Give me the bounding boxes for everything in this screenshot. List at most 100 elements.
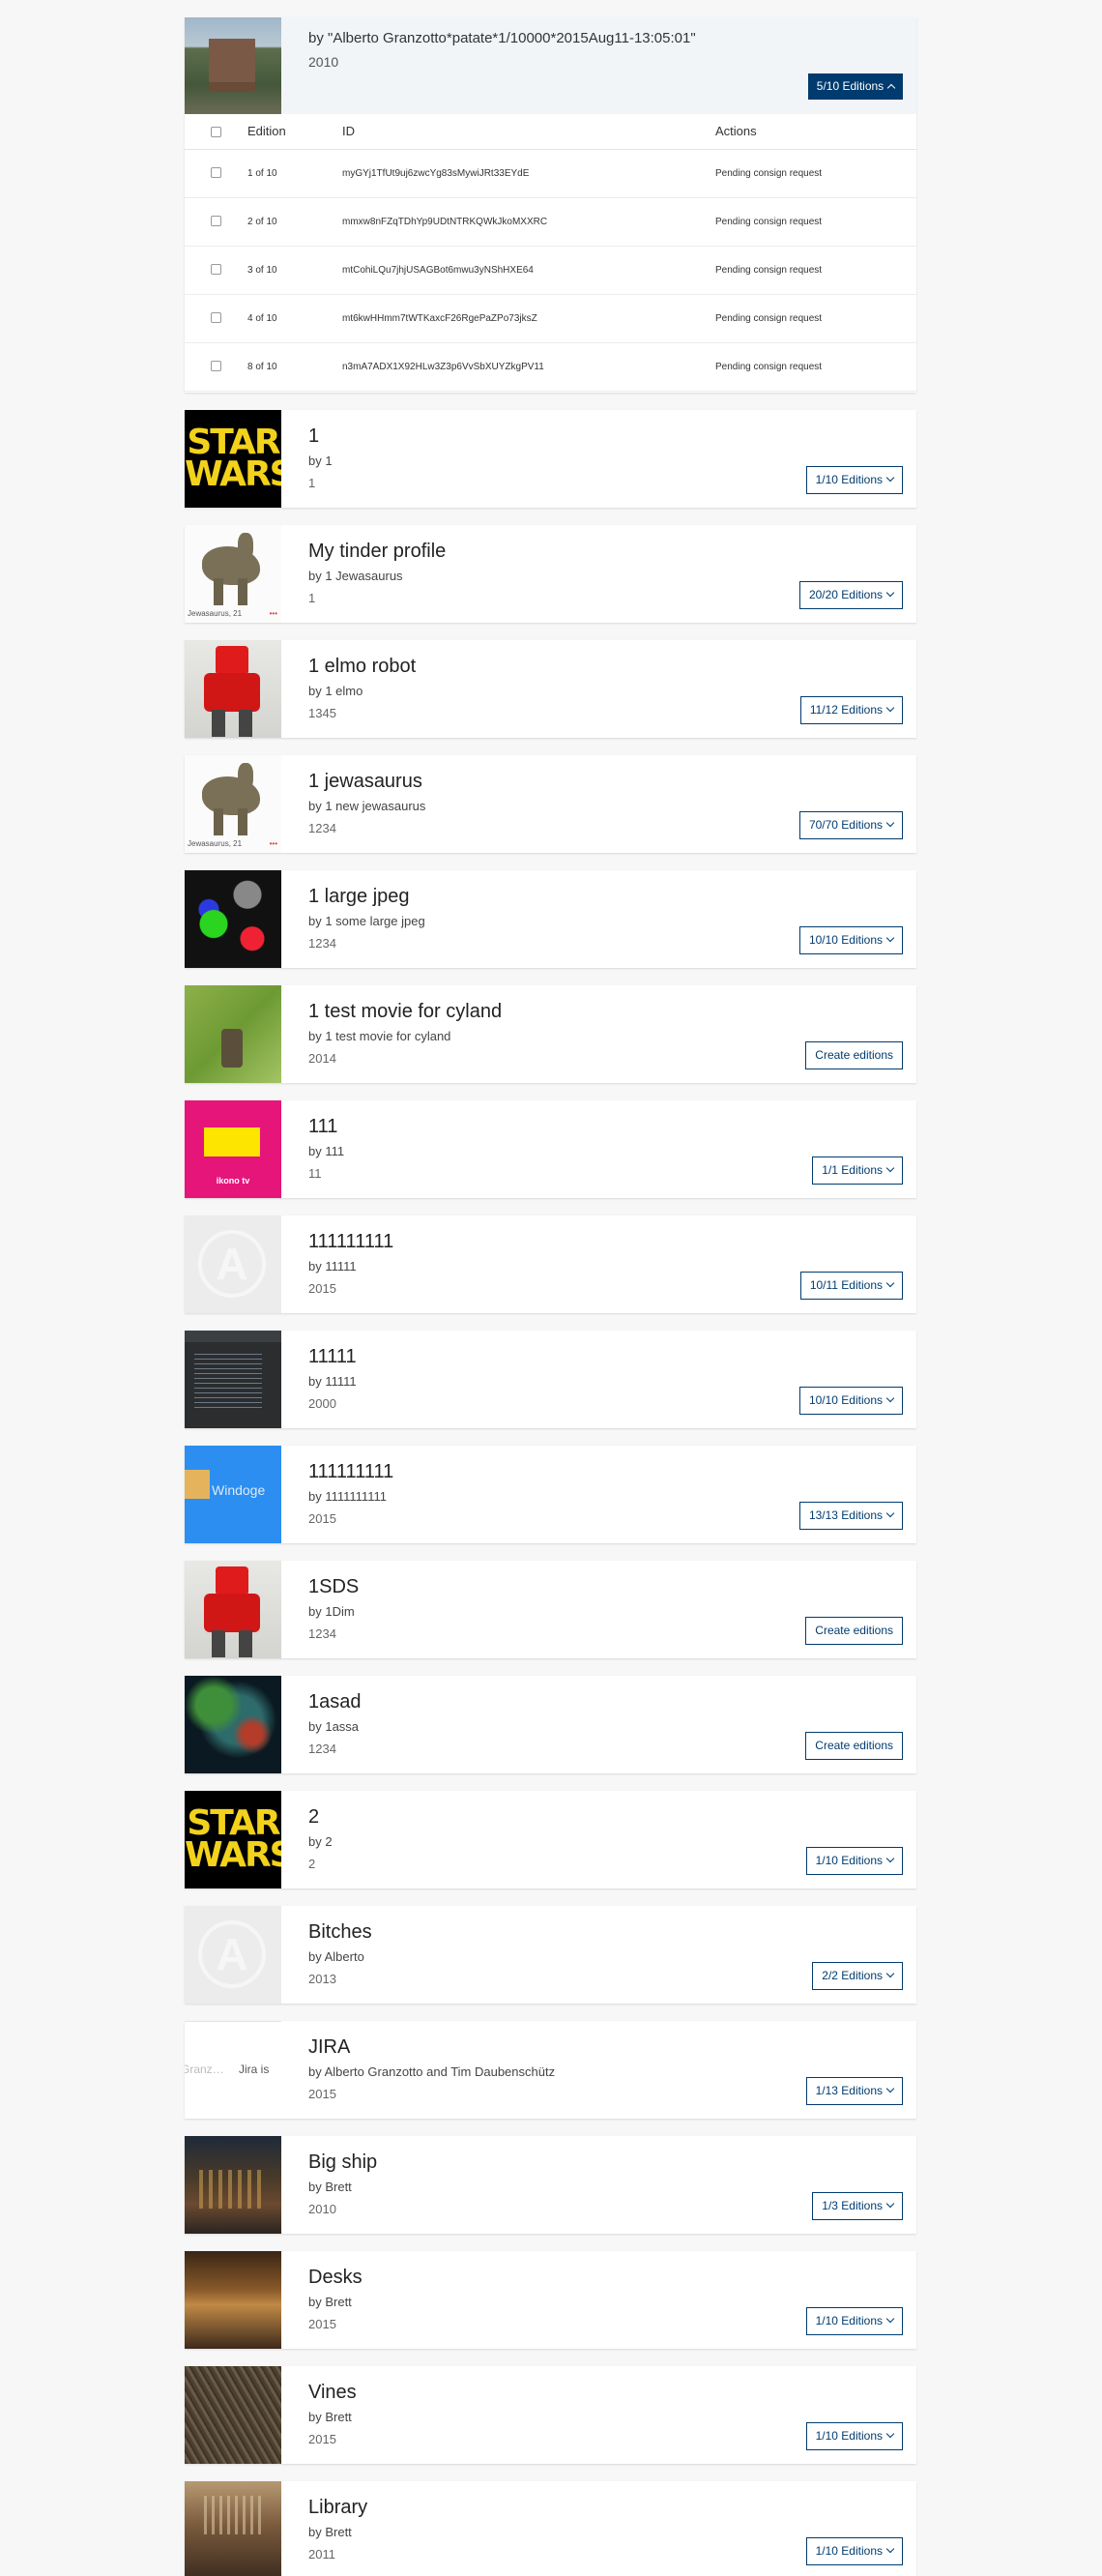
button-label: 1/10 Editions — [815, 2544, 883, 2558]
editions-table: Edition ID Actions 1 of 10 myGYj1TfUt9uj6… — [185, 114, 916, 392]
piece-thumbnail[interactable] — [185, 2366, 281, 2464]
row-checkbox-cell — [185, 197, 247, 247]
button-label: 1/10 Editions — [815, 2429, 883, 2443]
piece-card[interactable]: ikono tv 111 by 111 11 1/1 Editions — [185, 1100, 916, 1198]
editions-toggle-button[interactable]: 2/2 Editions — [812, 1962, 903, 1990]
piece-thumbnail[interactable]: STAR WARS — [185, 410, 281, 508]
piece-thumbnail[interactable] — [185, 1331, 281, 1428]
row-checkbox[interactable] — [211, 361, 221, 372]
editions-toggle-button[interactable]: 10/10 Editions — [798, 926, 903, 954]
piece-card[interactable]: 1 elmo robot by 1 elmo 1345 11/12 Editions — [185, 640, 916, 738]
piece-card[interactable]: STAR WARS 2 by 2 2 1/10 Editions — [185, 1791, 916, 1888]
editions-toggle-button[interactable]: 10/11 Editions — [799, 1272, 903, 1300]
select-all-checkbox[interactable] — [211, 127, 221, 138]
piece-year: 1345 — [308, 706, 336, 720]
table-row[interactable]: 3 of 10 mtCohiLQu7jhjUSAGBot6mwu3yNShHXE6… — [185, 246, 916, 295]
piece-card[interactable]: Library by Brett 2011 1/10 Editions — [185, 2481, 916, 2576]
piece-title: 1 jewasaurus — [308, 771, 422, 792]
expanded-piece-header[interactable]: by "Alberto Granzotto*patate*1/10000*201… — [185, 17, 916, 114]
button-label: 70/70 Editions — [808, 818, 883, 832]
piece-artist: by 1 elmo — [308, 684, 363, 698]
editions-toggle-button[interactable]: 70/70 Editions — [798, 811, 903, 839]
piece-thumbnail[interactable]: A — [185, 1215, 281, 1313]
piece-card[interactable]: 11111 by 11111 2000 10/10 Editions — [185, 1331, 916, 1428]
row-checkbox[interactable] — [211, 167, 221, 179]
piece-thumbnail[interactable]: ikono tv — [185, 1100, 281, 1198]
piece-card[interactable]: A 111111111 by 11111 2015 10/11 Editions — [185, 1215, 916, 1313]
piece-thumbnail[interactable] — [185, 2251, 281, 2349]
piece-thumbnail[interactable] — [185, 2136, 281, 2234]
piece-thumbnail[interactable]: Granz… Jira is — [185, 2021, 281, 2119]
edition-cell: 3 of 10 — [247, 246, 342, 295]
piece-thumbnail[interactable]: Jewasaurus, 21 ••• — [185, 525, 281, 623]
piece-thumbnail[interactable]: A — [185, 1906, 281, 2004]
create-editions-button[interactable]: Create editions — [805, 1617, 903, 1645]
create-editions-button[interactable]: Create editions — [805, 1041, 903, 1069]
piece-title: Big ship — [308, 2152, 378, 2173]
piece-card[interactable]: A Bitches by Alberto 2013 2/2 Editions — [185, 1906, 916, 2004]
table-row[interactable]: 1 of 10 myGYj1TfUt9uj6zwcYg83sMywiJRt33EY… — [185, 149, 916, 198]
piece-card[interactable]: Big ship by Brett 2010 1/3 Editions — [185, 2136, 916, 2234]
piece-card[interactable]: 1 test movie for cyland by 1 test movie f… — [185, 985, 916, 1083]
piece-artist: by Brett — [308, 2180, 352, 2194]
piece-artist: by 1Dim — [308, 1604, 355, 1619]
piece-thumbnail[interactable]: STAR WARS — [185, 1791, 281, 1888]
editions-toggle-button[interactable]: 5/10 Editions — [808, 73, 903, 100]
piece-card[interactable]: Windoge 111111111 by 1111111111 2015 13/13 E… — [185, 1446, 916, 1543]
piece-card[interactable]: STAR WARS 1 by 1 1 1/10 Editions — [185, 410, 916, 508]
row-checkbox-cell — [185, 342, 247, 392]
editions-toggle-button[interactable]: 13/13 Editions — [798, 1502, 903, 1530]
row-checkbox-cell — [185, 294, 247, 343]
piece-artist: by Alberto — [308, 1949, 364, 1964]
editions-toggle-button[interactable]: 20/20 Editions — [798, 581, 903, 609]
piece-card[interactable]: Desks by Brett 2015 1/10 Editions — [185, 2251, 916, 2349]
id-cell: mtCohiLQu7jhjUSAGBot6mwu3yNShHXE64 — [342, 246, 715, 295]
piece-year: 2015 — [308, 2432, 336, 2446]
piece-card[interactable]: Jewasaurus, 21 ••• My tinder profile by 1 J… — [185, 525, 916, 623]
piece-thumbnail[interactable] — [185, 1676, 281, 1773]
editions-toggle-button[interactable]: 1/10 Editions — [805, 2537, 903, 2565]
piece-card[interactable]: Granz… Jira is JIRA by Alberto Granzotto an… — [185, 2021, 916, 2119]
piece-title: 111111111 — [308, 1461, 394, 1482]
thumb-caption: Jewasaurus, 21 — [188, 839, 243, 848]
id-cell: myGYj1TfUt9uj6zwcYg83sMywiJRt33EYdE — [342, 149, 715, 198]
table-row[interactable]: 8 of 10 n3mA7ADX1X92HLw3Z3p6VvSbXUYZkgPV1… — [185, 342, 916, 392]
chevron-down-icon — [885, 2084, 895, 2093]
piece-card[interactable]: 1SDS by 1Dim 1234 Create editions — [185, 1561, 916, 1658]
piece-thumbnail[interactable]: Windoge — [185, 1446, 281, 1543]
editions-toggle-button[interactable]: 1/3 Editions — [812, 2192, 903, 2220]
piece-thumbnail[interactable] — [185, 640, 281, 738]
piece-thumbnail[interactable] — [185, 2481, 281, 2576]
piece-card[interactable]: Vines by Brett 2015 1/10 Editions — [185, 2366, 916, 2464]
piece-title: 1 test movie for cyland — [308, 1001, 503, 1022]
table-row[interactable]: 2 of 10 mmxw8nFZqTDhYp9UDtNTRKQWkJkoMXXRC… — [185, 197, 916, 247]
editions-toggle-button[interactable]: 10/10 Editions — [798, 1387, 903, 1415]
piece-thumbnail[interactable] — [185, 17, 281, 114]
editions-toggle-button[interactable]: 1/10 Editions — [805, 466, 903, 494]
piece-thumbnail[interactable] — [185, 870, 281, 968]
piece-card[interactable]: 1 large jpeg by 1 some large jpeg 1234 10/1… — [185, 870, 916, 968]
editions-toggle-button[interactable]: 1/10 Editions — [805, 2307, 903, 2335]
editions-toggle-button[interactable]: 1/1 Editions — [812, 1156, 903, 1185]
piece-card[interactable]: Jewasaurus, 21 ••• 1 jewasaurus by 1 new je… — [185, 755, 916, 853]
editions-toggle-button[interactable]: 1/10 Editions — [805, 1847, 903, 1875]
row-checkbox[interactable] — [211, 216, 221, 227]
table-row[interactable]: 4 of 10 mt6kwHHmm7tWTKaxcF26RgePaZPo73jks… — [185, 294, 916, 343]
piece-thumbnail[interactable] — [185, 1561, 281, 1658]
chevron-down-icon — [885, 2314, 895, 2324]
editions-toggle-button[interactable]: 11/12 Editions — [799, 696, 903, 724]
button-label: 1/13 Editions — [815, 2084, 883, 2097]
create-editions-button[interactable]: Create editions — [805, 1732, 903, 1760]
piece-card[interactable]: 1asad by 1assa 1234 Create editions — [185, 1676, 916, 1773]
chevron-down-icon — [885, 2429, 895, 2439]
piece-year: 1234 — [308, 1626, 336, 1641]
piece-thumbnail[interactable]: Jewasaurus, 21 ••• — [185, 755, 281, 853]
editions-toggle-button[interactable]: 1/10 Editions — [805, 2422, 903, 2450]
editions-toggle-button[interactable]: 1/13 Editions — [805, 2077, 903, 2105]
piece-year: 2015 — [308, 2317, 336, 2331]
piece-title: 1 large jpeg — [308, 886, 410, 907]
row-checkbox[interactable] — [211, 312, 221, 324]
row-checkbox[interactable] — [211, 264, 221, 276]
piece-thumbnail[interactable] — [185, 985, 281, 1083]
piece-year: 1234 — [308, 821, 336, 835]
